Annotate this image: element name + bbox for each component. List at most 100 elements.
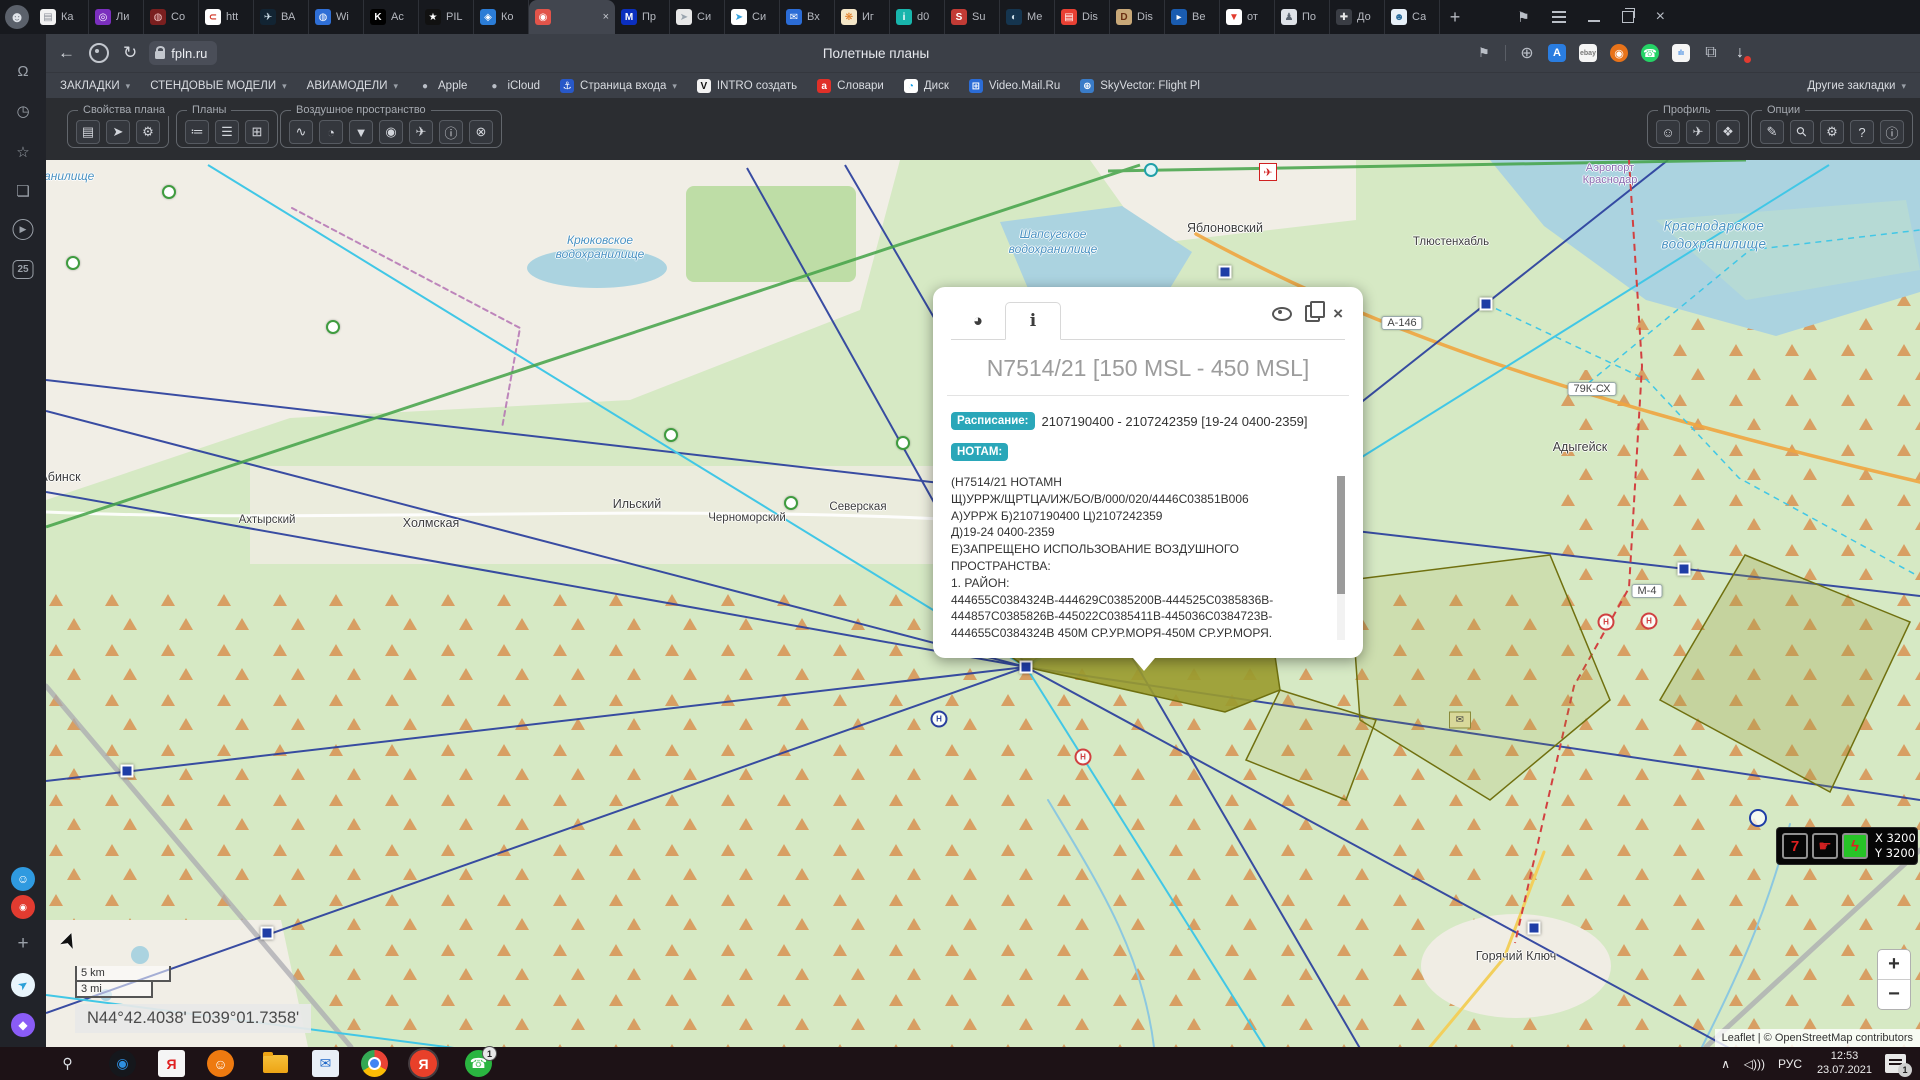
sidebar-timer-badge[interactable]: 25 (13, 260, 34, 279)
browser-tab-6[interactable]: K Ас (364, 0, 419, 34)
taskbar-search-icon[interactable]: ⚲ (54, 1050, 81, 1077)
profile-flight-button[interactable]: ✈ (1686, 120, 1710, 144)
plans-add-button[interactable]: ⊞ (245, 120, 269, 144)
refresh-button[interactable]: ↻ (123, 43, 137, 63)
waypoint-circle-marker[interactable] (896, 436, 910, 450)
zoom-out-button[interactable]: − (1878, 980, 1910, 1009)
browser-tab-16[interactable]: S Su (945, 0, 1000, 34)
navaid-square-marker[interactable] (1480, 298, 1493, 311)
tray-chevron-icon[interactable]: ∧ (1721, 1047, 1730, 1080)
taskbar-yandex-search-icon[interactable]: Я (158, 1050, 185, 1077)
bookmark-flag-icon[interactable]: ⚑ (1476, 44, 1492, 62)
bookmark-slovari[interactable]: а Словари (817, 79, 884, 93)
new-tab-button[interactable]: + (1440, 0, 1470, 34)
taskbar-opera-icon[interactable]: ◉ (109, 1050, 136, 1077)
plan-properties-button[interactable]: ▤ (76, 120, 100, 144)
heliport-marker[interactable]: Н (931, 711, 948, 728)
airspace-aircraft-button[interactable]: ✈ (409, 120, 433, 144)
waypoint-circle-marker[interactable] (1749, 809, 1767, 827)
browser-tab-13[interactable]: ✉ Вх (780, 0, 835, 34)
browser-tab-10[interactable]: М Пр (615, 0, 670, 34)
airspace-filter-button[interactable]: ▼ (349, 120, 373, 144)
browser-tab-2[interactable]: ◍ Со (144, 0, 199, 34)
profile-share-button[interactable]: ❖ (1716, 120, 1740, 144)
heliport-marker[interactable]: Н (1598, 614, 1615, 631)
notification-center-icon[interactable]: 1 (1885, 1047, 1906, 1080)
navaid-square-marker[interactable] (1219, 266, 1232, 279)
assistant-icon[interactable] (89, 43, 109, 63)
scrollbar[interactable] (1337, 476, 1345, 640)
browser-tab-17[interactable]: ◐ Ме (1000, 0, 1055, 34)
waypoint-circle-marker[interactable] (162, 185, 176, 199)
copy-icon[interactable] (1305, 305, 1320, 322)
bookmark-folder-zakladki[interactable]: ЗАКЛАДКИ ▾ (60, 80, 130, 92)
sidebar-telegram-icon[interactable]: ➤ (11, 973, 35, 997)
profile-avatar[interactable]: ☻ (0, 0, 34, 34)
zoom-in-button[interactable]: + (1878, 950, 1910, 980)
close-button[interactable]: × (1656, 9, 1665, 25)
panel-bookmark-icon[interactable]: ⚑ (1517, 9, 1530, 26)
bookmark-folder-stendovye[interactable]: СТЕНДОВЫЕ МОДЕЛИ ▾ (150, 80, 286, 92)
sidebar-video-icon[interactable]: ▶ (13, 219, 34, 240)
bookmark-skyvector[interactable]: ⊕ SkyVector: Flight Pl (1080, 79, 1200, 93)
tab-close-icon[interactable]: × (603, 11, 609, 23)
browser-tab-8[interactable]: ◈ Ко (474, 0, 529, 34)
taskbar-yandex-browser-icon[interactable]: Я (410, 1050, 437, 1077)
minimize-button[interactable] (1588, 20, 1600, 22)
airspace-draw-button[interactable]: ∿ (289, 120, 313, 144)
taskbar-mail-icon[interactable]: ✉ (312, 1050, 339, 1077)
popup-close-icon[interactable]: × (1333, 305, 1343, 322)
back-button[interactable]: ← (58, 43, 75, 63)
bookmark-folder-aviamodeli[interactable]: АВИАМОДЕЛИ ▾ (307, 80, 398, 92)
browser-tab-15[interactable]: i d0 (890, 0, 945, 34)
browser-tab-18[interactable]: ▤ Dis (1055, 0, 1110, 34)
heliport-marker[interactable]: Н (1075, 749, 1092, 766)
sidebar-collections-icon[interactable]: ❏ (11, 179, 35, 203)
browser-tab-1[interactable]: ◎ Ли (89, 0, 144, 34)
restore-button[interactable] (1622, 11, 1634, 23)
airport-marker[interactable]: ✈ (1259, 163, 1277, 181)
taskbar-explorer-icon[interactable] (263, 1055, 288, 1073)
browser-tab-14[interactable]: ❋ Иг (835, 0, 890, 34)
airspace-pin-button[interactable]: ◉ (379, 120, 403, 144)
sidebar-messenger-icon[interactable]: ☺ (11, 867, 35, 891)
browser-tab-20[interactable]: ▸ Ве (1165, 0, 1220, 34)
waypoint-circle-marker[interactable] (326, 320, 340, 334)
addr-divider[interactable] (1505, 45, 1506, 61)
popup-tab-chart[interactable]: ◕ (951, 303, 1005, 339)
profile-user-button[interactable]: ☺ (1656, 120, 1680, 144)
language-indicator[interactable]: РУС (1778, 1047, 1802, 1080)
eye-icon[interactable] (1272, 307, 1292, 321)
options-help-button[interactable]: ? (1850, 120, 1874, 144)
bookmark-apple[interactable]: ● Apple (418, 79, 467, 93)
browser-tab-5[interactable]: ◍ Wi (309, 0, 364, 34)
navaid-square-marker[interactable] (261, 927, 274, 940)
translate-icon[interactable]: A (1548, 44, 1566, 62)
plans-list-button[interactable]: ☰ (215, 120, 239, 144)
plan-settings-button[interactable]: ⚙ (136, 120, 160, 144)
browser-tab-7[interactable]: ★ PIL (419, 0, 474, 34)
popup-tab-info[interactable]: i (1005, 302, 1061, 340)
download-icon[interactable]: ↓ (1732, 44, 1748, 62)
browser-tab-4[interactable]: ✈ ВА (254, 0, 309, 34)
navaid-square-marker[interactable] (121, 765, 134, 778)
sidebar-add-icon[interactable]: + (11, 932, 35, 956)
plan-route-button[interactable]: ➤ (106, 120, 130, 144)
mail-area-marker[interactable]: ✉ (1449, 712, 1471, 729)
airspace-clear-button[interactable]: ⊗ (469, 120, 493, 144)
browser-tab-23[interactable]: ✚ До (1330, 0, 1385, 34)
volume-icon[interactable]: ◁))) (1744, 1047, 1765, 1080)
browser-tab-11[interactable]: ➤ Си (670, 0, 725, 34)
metrics-icon[interactable]: ılı (1672, 44, 1690, 62)
clock[interactable]: 12:53 23.07.2021 (1817, 1047, 1872, 1080)
tab-active-fpln[interactable]: ◉ × (529, 0, 615, 34)
airspace-info-button[interactable]: ⓘ (439, 120, 463, 144)
url-field[interactable]: fpln.ru (149, 41, 217, 65)
sidebar-app-purple-icon[interactable]: ◆ (11, 1013, 35, 1037)
ebay-icon[interactable]: ebay (1579, 44, 1597, 62)
sidebar-history-icon[interactable]: ◷ (11, 99, 35, 123)
browser-tab-19[interactable]: D Dis (1110, 0, 1165, 34)
taskbar-ok-icon[interactable]: ☺ (207, 1050, 234, 1077)
browser-tab-24[interactable]: ☻ Са (1385, 0, 1440, 34)
waypoint-circle-marker[interactable] (664, 428, 678, 442)
